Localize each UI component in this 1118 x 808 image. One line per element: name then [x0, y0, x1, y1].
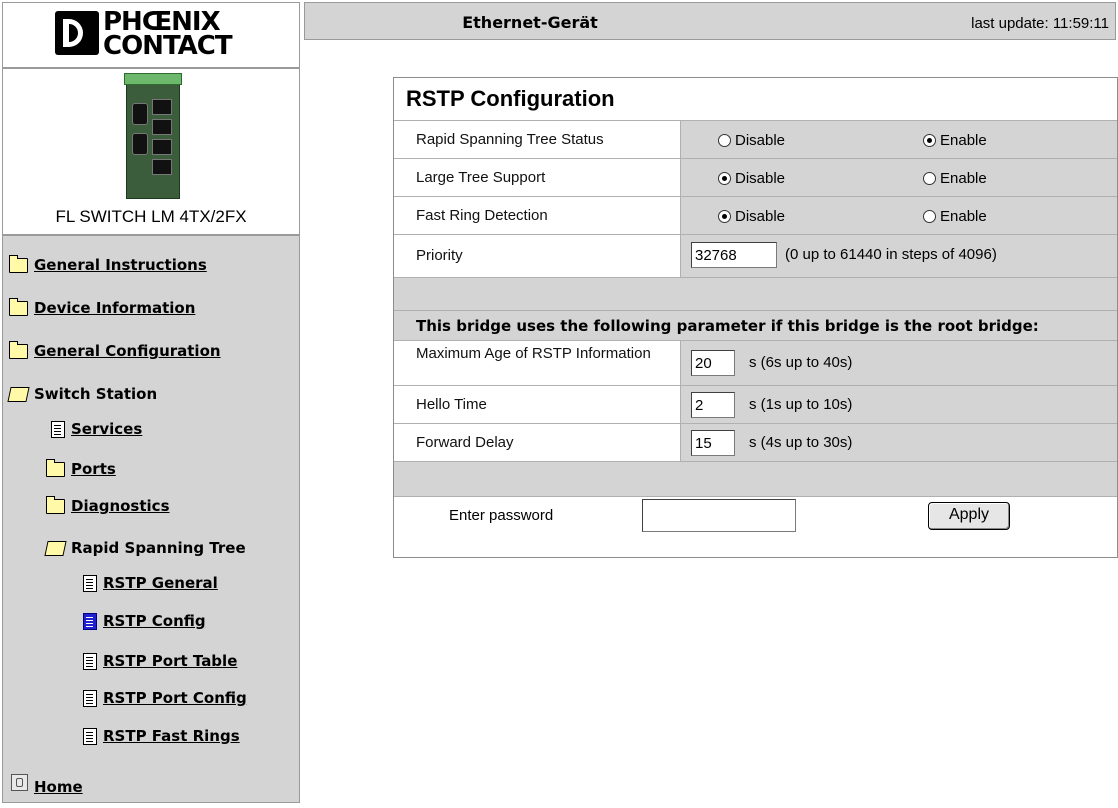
root-bridge-heading-row: This bridge uses the following parameter… — [394, 310, 1117, 341]
row-label: Large Tree Support — [416, 169, 546, 186]
rstp-config-form: RSTP Configuration Rapid Spanning Tree S… — [393, 77, 1118, 558]
large-tree-disable-radio[interactable]: Disable — [718, 170, 785, 187]
home-icon — [11, 773, 28, 791]
row-label: Maximum Age of RSTP Information — [416, 345, 651, 362]
row-label: Priority — [416, 247, 463, 264]
nav-label: RSTP Port Table — [103, 652, 238, 670]
priority-input[interactable] — [691, 242, 777, 268]
password-row: Enter password Apply — [394, 496, 1117, 558]
password-input[interactable] — [642, 499, 796, 532]
forward-delay-hint: s (4s up to 30s) — [749, 434, 853, 451]
row-rstp-status: Rapid Spanning Tree Status Disable Enabl… — [394, 120, 1117, 159]
fast-ring-enable-radio[interactable]: Enable — [923, 208, 987, 225]
nav-diagnostics[interactable]: Diagnostics — [46, 495, 170, 515]
hello-time-input[interactable] — [691, 392, 735, 418]
nav-label: Device Information — [34, 299, 196, 317]
row-hello-time: Hello Time s (1s up to 10s) — [394, 385, 1117, 424]
password-label: Enter password — [449, 507, 554, 524]
logo-area: PHŒNIX CONTACT — [2, 2, 300, 68]
nav-label: Rapid Spanning Tree — [71, 539, 246, 557]
folder-icon — [46, 495, 65, 514]
logo-mark-icon — [55, 11, 99, 55]
row-label: Rapid Spanning Tree Status — [416, 131, 604, 148]
nav-services[interactable]: Services — [51, 420, 142, 438]
radio-selected-icon — [718, 172, 731, 185]
fast-ring-disable-radio[interactable]: Disable — [718, 208, 785, 225]
page-title: Ethernet-Gerät — [462, 13, 598, 32]
nav-label: Home — [34, 778, 83, 796]
folder-open-icon — [7, 386, 30, 402]
device-name: FL SWITCH LM 4TX/2FX — [55, 207, 247, 226]
nav-label: Ports — [71, 460, 116, 478]
nav-general-configuration[interactable]: General Configuration — [9, 340, 221, 360]
folder-open-icon — [44, 540, 67, 556]
max-age-input[interactable] — [691, 350, 735, 376]
nav-home[interactable]: Home — [11, 768, 83, 796]
nav-label: Diagnostics — [71, 497, 170, 515]
nav-label: RSTP Config — [103, 612, 206, 630]
hello-time-hint: s (1s up to 10s) — [749, 396, 853, 413]
radio-icon — [718, 134, 731, 147]
max-age-hint: s (6s up to 40s) — [749, 354, 853, 371]
radio-selected-icon — [923, 134, 936, 147]
page-icon — [83, 574, 97, 592]
left-frame: PHŒNIX CONTACT FL SWITCH LM 4TX/2FX Gene… — [0, 0, 301, 808]
page-active-icon — [83, 612, 97, 630]
large-tree-enable-radio[interactable]: Enable — [923, 170, 987, 187]
page-icon — [83, 727, 97, 745]
row-max-age: Maximum Age of RSTP Information s (6s up… — [394, 340, 1117, 386]
device-panel: FL SWITCH LM 4TX/2FX — [2, 68, 300, 235]
row-label: Hello Time — [416, 396, 487, 413]
nav-rstp-config[interactable]: RSTP Config — [83, 612, 206, 630]
navigation-tree: General Instructions Device Information … — [2, 235, 300, 803]
nav-label: Services — [71, 420, 143, 438]
radio-icon — [923, 172, 936, 185]
header-bar: Ethernet-Gerät last update: 11:59:11 — [304, 2, 1116, 40]
radio-selected-icon — [718, 210, 731, 223]
nav-rstp-fast-rings[interactable]: RSTP Fast Rings — [83, 727, 240, 745]
page-icon — [83, 689, 97, 707]
radio-icon — [923, 210, 936, 223]
nav-ports[interactable]: Ports — [46, 458, 116, 478]
device-image — [120, 73, 184, 199]
spacer-row — [394, 277, 1117, 311]
folder-icon — [9, 254, 28, 273]
folder-icon — [9, 340, 28, 359]
row-label: Forward Delay — [416, 434, 514, 451]
root-bridge-text: This bridge uses the following parameter… — [416, 317, 1039, 335]
nav-device-information[interactable]: Device Information — [9, 297, 196, 317]
nav-label: Switch Station — [34, 385, 158, 403]
priority-hint: (0 up to 61440 in steps of 4096) — [785, 246, 997, 263]
phoenix-contact-logo: PHŒNIX CONTACT — [55, 9, 265, 61]
nav-label: RSTP Port Config — [103, 689, 247, 707]
apply-button[interactable]: Apply — [928, 502, 1010, 530]
row-label: Fast Ring Detection — [416, 207, 548, 224]
nav-label: General Configuration — [34, 342, 221, 360]
nav-rstp-port-table[interactable]: RSTP Port Table — [83, 652, 237, 670]
page-icon — [83, 652, 97, 670]
logo-word-2: CONTACT — [103, 31, 233, 61]
page-icon — [51, 420, 65, 438]
form-caption: RSTP Configuration — [406, 86, 615, 111]
nav-rstp-general[interactable]: RSTP General — [83, 574, 218, 592]
nav-switch-station[interactable]: Switch Station — [7, 385, 158, 403]
folder-icon — [9, 297, 28, 316]
forward-delay-input[interactable] — [691, 430, 735, 456]
folder-icon — [46, 458, 65, 477]
nav-label: RSTP General — [103, 574, 218, 592]
rstp-status-enable-radio[interactable]: Enable — [923, 132, 987, 149]
rstp-status-disable-radio[interactable]: Disable — [718, 132, 785, 149]
nav-rapid-spanning-tree[interactable]: Rapid Spanning Tree — [44, 539, 246, 557]
row-large-tree: Large Tree Support Disable Enable — [394, 158, 1117, 197]
nav-rstp-port-config[interactable]: RSTP Port Config — [83, 689, 247, 707]
nav-label: General Instructions — [34, 256, 207, 274]
row-forward-delay: Forward Delay s (4s up to 30s) — [394, 423, 1117, 462]
last-update-text: last update: 11:59:11 — [971, 15, 1109, 32]
row-fast-ring: Fast Ring Detection Disable Enable — [394, 196, 1117, 235]
nav-general-instructions[interactable]: General Instructions — [9, 254, 207, 274]
nav-label: RSTP Fast Rings — [103, 727, 240, 745]
row-priority: Priority (0 up to 61440 in steps of 4096… — [394, 234, 1117, 278]
spacer-row — [394, 461, 1117, 497]
